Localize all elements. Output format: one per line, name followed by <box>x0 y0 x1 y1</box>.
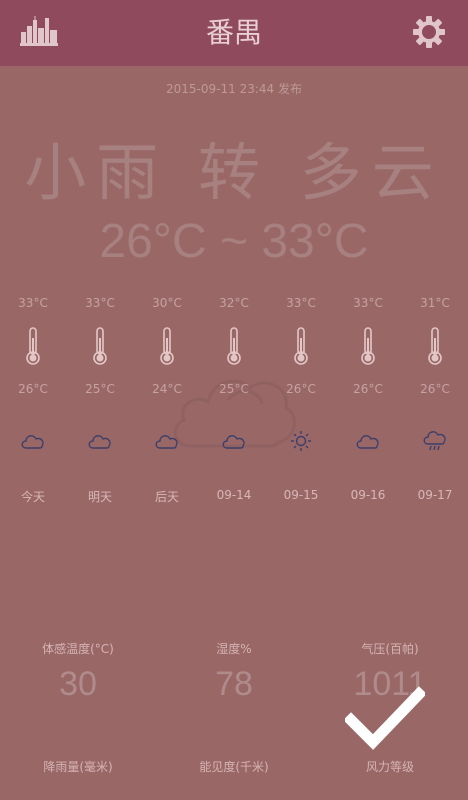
forecast-day: 33°C 25°C 明天 <box>67 290 133 520</box>
thermometer-icon <box>227 327 241 365</box>
top-bar: 番禺 <box>0 0 468 66</box>
forecast-date: 09-16 <box>350 488 386 502</box>
forecast-high: 32°C <box>219 296 249 310</box>
forecast-date: 09-14 <box>216 488 252 502</box>
gear-icon[interactable] <box>412 15 446 49</box>
forecast-date: 今天 <box>20 490 45 504</box>
checkmark-icon[interactable] <box>345 686 425 752</box>
cloudy-icon <box>88 435 111 449</box>
publish-time: 2015-09-11 23:44 发布 <box>166 82 302 96</box>
stat-label: 气压(百帕) <box>361 642 419 656</box>
stat-label: 降雨量(毫米) <box>43 760 113 774</box>
cloudy-icon <box>155 435 178 449</box>
forecast-high: 31°C <box>420 296 450 310</box>
forecast-day: 30°C 24°C 后天 <box>134 290 200 520</box>
forecast-day: 31°C 26°C 09-17 <box>402 290 468 520</box>
stat-feels-like: 体感温度(°C) 30 <box>0 640 156 704</box>
forecast-high: 33°C <box>85 296 115 310</box>
forecast-low: 24°C <box>152 382 182 396</box>
cloudy-icon <box>222 435 245 449</box>
stat-label: 风力等级 <box>365 760 414 774</box>
stat-label: 体感温度(°C) <box>42 642 114 656</box>
page-title: 番禺 <box>205 16 262 49</box>
stat-label: 能见度(千米) <box>199 760 269 774</box>
stat-visibility: 能见度(千米) <box>156 758 312 783</box>
stat-label: 湿度% <box>216 642 252 656</box>
stat-humidity: 湿度% 78 <box>156 640 312 704</box>
forecast-low: 26°C <box>286 382 316 396</box>
stat-rainfall: 降雨量(毫米) <box>0 758 156 783</box>
forecast-date: 后天 <box>154 490 179 504</box>
forecast-low: 25°C <box>85 382 115 396</box>
forecast-high: 33°C <box>286 296 316 310</box>
forecast-day: 33°C 26°C 今天 <box>0 290 66 520</box>
thermometer-icon <box>160 327 174 365</box>
forecast-date: 09-17 <box>417 488 453 502</box>
stat-value: 30 <box>59 665 97 703</box>
forecast-low: 26°C <box>420 382 450 396</box>
thermometer-icon <box>26 327 40 365</box>
forecast-day: 33°C 26°C 09-15 <box>268 290 334 520</box>
weather-condition: 小雨 转 多云 <box>24 136 444 209</box>
stat-value: 78 <box>215 665 253 703</box>
forecast-strip: 33°C 26°C 今天 33°C 25°C 明天 30°C 24°C 后天 3… <box>0 290 468 520</box>
forecast-day: 32°C 25°C 09-14 <box>201 290 267 520</box>
forecast-low: 25°C <box>219 382 249 396</box>
forecast-day: 33°C 26°C 09-16 <box>335 290 401 520</box>
temperature-range: 26°C ~ 33°C <box>99 215 369 268</box>
stat-wind-level: 风力等级 <box>312 758 468 783</box>
sunny-icon <box>291 431 311 451</box>
forecast-high: 33°C <box>18 296 48 310</box>
rain-icon <box>423 431 446 451</box>
thermometer-icon <box>361 327 375 365</box>
cloudy-icon <box>21 435 44 449</box>
forecast-date: 09-15 <box>283 488 319 502</box>
forecast-high: 30°C <box>152 296 182 310</box>
forecast-high: 33°C <box>353 296 383 310</box>
forecast-low: 26°C <box>353 382 383 396</box>
thermometer-icon <box>428 327 442 365</box>
forecast-date: 明天 <box>87 490 112 504</box>
thermometer-icon <box>93 327 107 365</box>
cloudy-icon <box>356 435 379 449</box>
forecast-low: 26°C <box>18 382 48 396</box>
thermometer-icon <box>294 327 308 365</box>
